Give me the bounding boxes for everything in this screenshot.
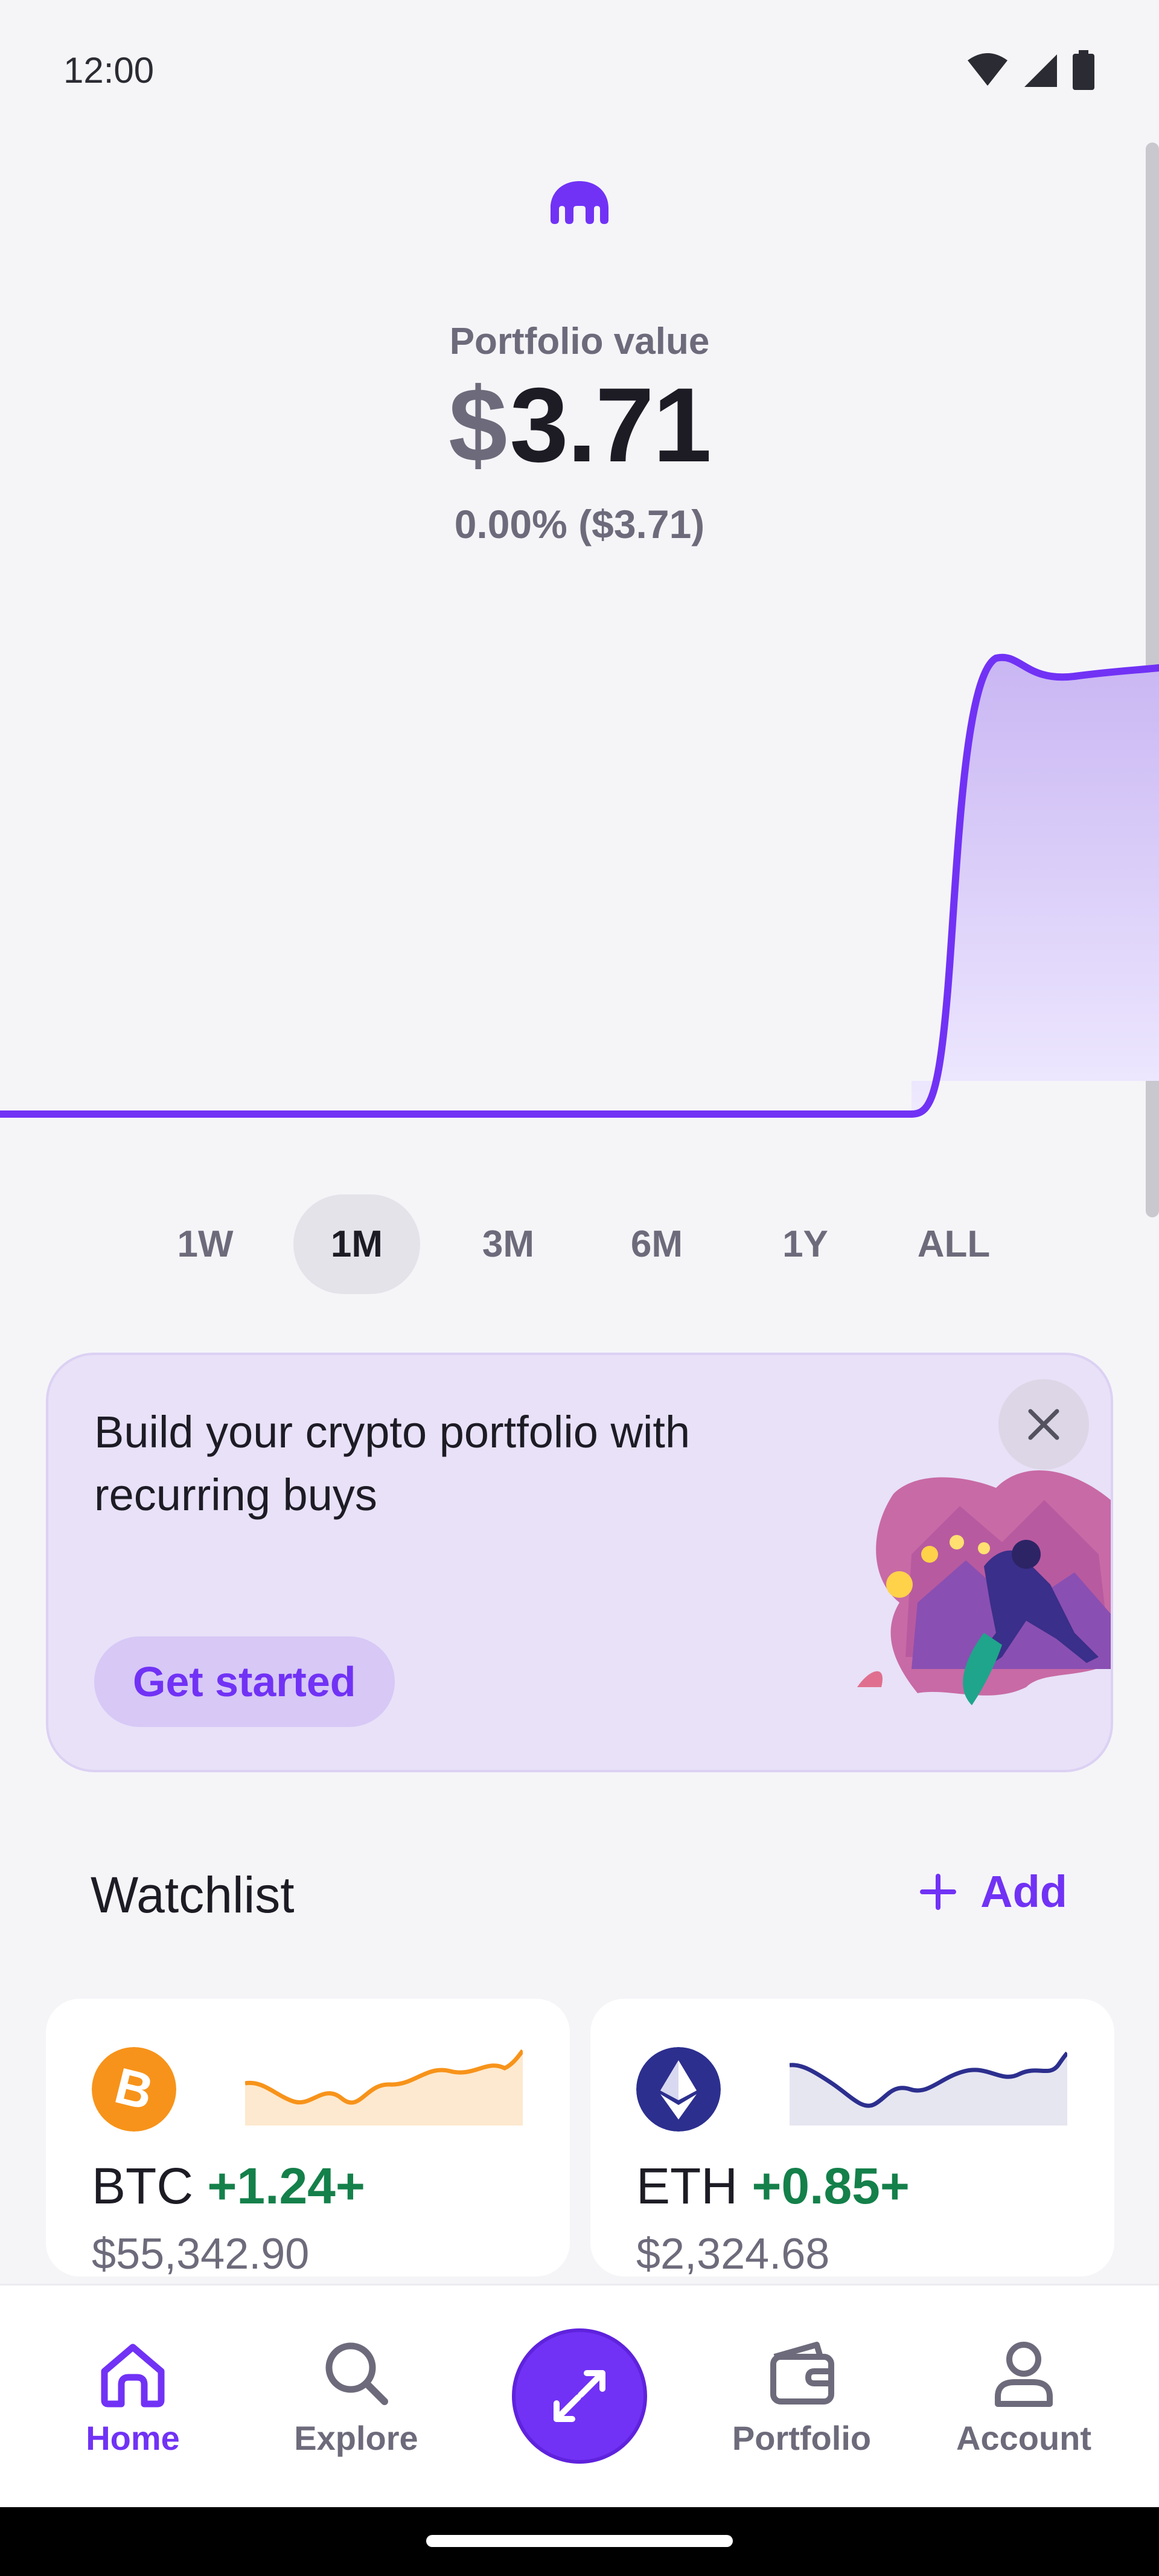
btc-change: +1.24+ (207, 2158, 365, 2214)
trade-button[interactable] (512, 2328, 647, 2464)
portfolio-amount: 3.71 (509, 367, 712, 484)
nav-portfolio[interactable]: Portfolio (705, 2286, 898, 2509)
range-1m[interactable]: 1M (293, 1194, 420, 1294)
nav-portfolio-label: Portfolio (732, 2419, 872, 2457)
plus-icon (920, 1873, 957, 1910)
portfolio-chart[interactable] (0, 628, 1159, 1159)
nav-explore[interactable]: Explore (260, 2286, 453, 2509)
search-icon (325, 2342, 388, 2405)
eth-sparkline (790, 2051, 1067, 2126)
battery-icon (1073, 50, 1094, 90)
nav-home-label: Home (86, 2419, 180, 2457)
get-started-button[interactable]: Get started (94, 1636, 395, 1727)
btc-symbol-change: BTC +1.24+ (92, 2157, 365, 2216)
eth-symbol-change: ETH +0.85+ (636, 2157, 910, 2216)
chart-area (912, 657, 1159, 1114)
nav-account-label: Account (956, 2419, 1091, 2457)
watchlist-add-button[interactable]: Add (920, 1866, 1067, 1917)
range-3m[interactable]: 3M (448, 1194, 569, 1294)
wifi-icon (968, 53, 1007, 86)
watchlist-card-btc[interactable]: B BTC +1.24+ $55,342.90 (46, 1999, 570, 2278)
time-range-selector: 1W 1M 3M 6M 1Y ALL (145, 1194, 1014, 1294)
home-gesture-handle[interactable] (426, 2535, 733, 2547)
status-time: 12:00 (63, 50, 155, 91)
range-all[interactable]: ALL (893, 1194, 1014, 1294)
bitcoin-icon: B (92, 2047, 176, 2132)
eth-symbol: ETH (636, 2158, 738, 2214)
status-bar: 12:00 (0, 0, 1159, 140)
btc-symbol: BTC (92, 2158, 193, 2214)
portfolio-value: $3.71 (0, 368, 1159, 483)
portfolio-value-label: Portfolio value (449, 321, 710, 362)
promo-close-button[interactable] (998, 1379, 1089, 1470)
range-6m[interactable]: 6M (596, 1194, 717, 1294)
ethereum-icon (636, 2047, 721, 2132)
nav-explore-label: Explore (294, 2419, 418, 2457)
watchlist-add-label: Add (980, 1866, 1067, 1917)
btc-sparkline (245, 2049, 523, 2126)
close-icon (1028, 1409, 1059, 1440)
recurring-buys-promo: Build your crypto portfolio with recurri… (46, 1353, 1113, 1772)
wallet-icon (770, 2342, 834, 2405)
status-icons (966, 50, 1096, 90)
watchlist-title: Watchlist (91, 1866, 295, 1923)
promo-title: Build your crypto portfolio with recurri… (94, 1407, 691, 1520)
portfolio-change: 0.00% ($3.71) (454, 502, 705, 546)
eth-price: $2,324.68 (636, 2230, 830, 2278)
currency-symbol: $ (449, 367, 507, 484)
swap-arrows-icon (554, 2370, 605, 2422)
nav-home[interactable]: Home (36, 2286, 229, 2509)
range-1y[interactable]: 1Y (745, 1194, 866, 1294)
watchlist-card-eth[interactable]: ETH +0.85+ $2,324.68 (590, 1999, 1114, 2278)
kraken-logo-icon (551, 181, 608, 224)
eth-change: +0.85+ (752, 2158, 910, 2214)
range-1w[interactable]: 1W (145, 1194, 266, 1294)
system-gesture-bar (0, 2507, 1159, 2576)
btc-price: $55,342.90 (92, 2230, 310, 2278)
signal-icon (1024, 54, 1057, 87)
home-icon (101, 2344, 165, 2408)
person-icon (995, 2342, 1053, 2407)
nav-account[interactable]: Account (927, 2286, 1120, 2509)
